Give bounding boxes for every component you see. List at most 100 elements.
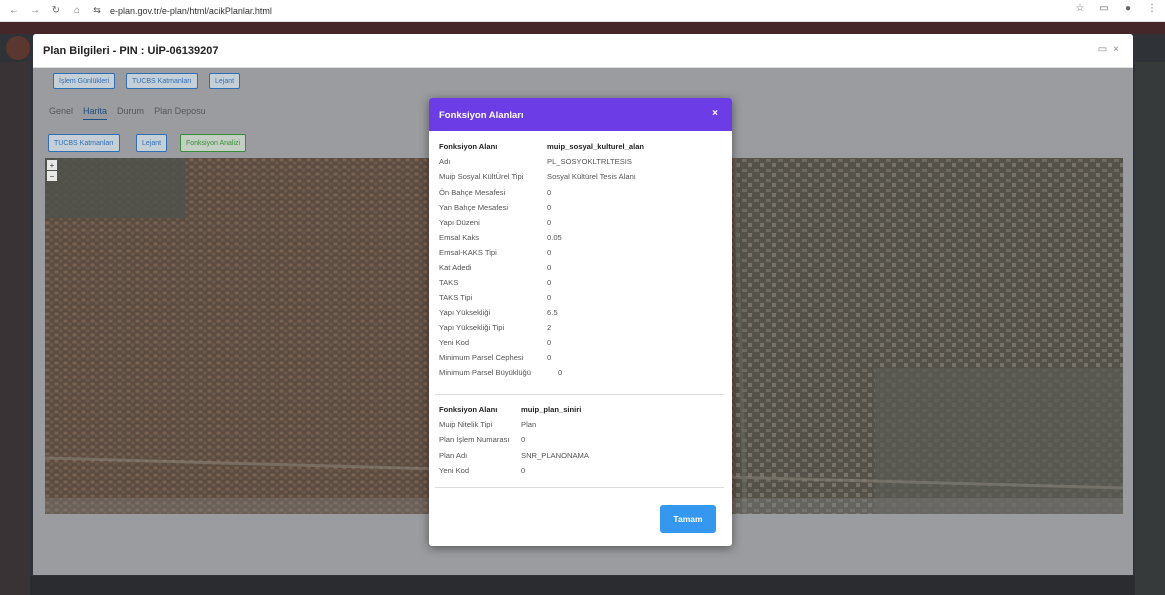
reload-icon[interactable]: ↻ xyxy=(49,4,63,18)
bg-left-sidebar xyxy=(0,62,30,595)
arrow-right-icon[interactable]: → xyxy=(28,4,42,18)
attr-value: PL_SOSYOKLTRLTESIS xyxy=(547,157,632,166)
attr-value: 0 xyxy=(547,293,552,302)
tab-genel[interactable]: Genel xyxy=(49,106,73,120)
attr-row: Yeni Kod 0 xyxy=(439,338,551,352)
attr-row: TAKS 0 xyxy=(439,278,551,292)
attr-row: Yapı Düzeni 0 xyxy=(439,218,551,232)
dialog-header: Fonksiyon Alanları × xyxy=(429,98,732,131)
attr-key: Muip Nitelik Tipi xyxy=(439,420,493,429)
arrow-left-icon[interactable]: ← xyxy=(7,4,21,18)
group2-header: Fonksiyon Alanı muip_plan_siniri xyxy=(439,405,581,419)
attr-value: 2 xyxy=(547,323,552,332)
tab-durum[interactable]: Durum xyxy=(117,106,144,120)
browser-actions: ☆ ▭ ● ⋮ xyxy=(1073,3,1159,14)
attr-value: 0 xyxy=(547,353,552,362)
attr-value: 0 xyxy=(547,263,552,272)
attr-row: Minimum Parsel Büyüklüğü 0 xyxy=(439,368,562,382)
attr-value: 0.05 xyxy=(547,233,562,242)
zoom-in-button[interactable]: + xyxy=(47,160,57,170)
menu-icon[interactable]: ⋮ xyxy=(1145,3,1159,14)
attr-row: Yapı Yüksekliği 6.5 xyxy=(439,308,558,322)
tab-harita[interactable]: Harita xyxy=(83,106,108,120)
attr-value: SNR_PLANONAMA xyxy=(521,451,589,460)
attr-key: Yan Bahçe Mesafesi xyxy=(439,203,509,212)
attr-key: Plan Adı xyxy=(439,451,468,460)
dialog-title: Fonksiyon Alanları xyxy=(439,110,524,121)
attr-value: 0 xyxy=(558,368,563,377)
attr-key: Plan İşlem Numarası xyxy=(439,435,510,444)
tab-plan-deposu[interactable]: Plan Deposu xyxy=(154,106,206,120)
site-info-icon[interactable]: ⇆ xyxy=(90,4,104,18)
panel-header: Plan Bilgileri - PIN : UİP-06139207 ▭ × xyxy=(33,34,1133,68)
attr-key: Yeni Kod xyxy=(439,338,470,347)
attr-key: TAKS Tipi xyxy=(439,293,473,302)
url-text[interactable]: e-plan.gov.tr/e-plan/html/acikPlanlar.ht… xyxy=(110,6,272,16)
group1-header-value: muip_sosyal_kulturel_alan xyxy=(547,142,645,151)
footer-divider xyxy=(435,487,724,488)
lejant-button[interactable]: Lejant xyxy=(136,134,168,152)
attr-value: Sosyal Kültürel Tesis Alanı xyxy=(547,172,636,181)
attr-row: Ön Bahçe Mesafesi 0 xyxy=(439,188,551,202)
tamam-button[interactable]: Tamam xyxy=(660,505,716,533)
attr-value: 6.5 xyxy=(547,308,558,317)
maximize-icon[interactable]: ▭ xyxy=(1098,44,1107,55)
attr-value: 0 xyxy=(547,278,552,287)
attr-key: Yapı Düzeni xyxy=(439,218,480,227)
attr-value: 0 xyxy=(547,248,552,257)
group2-header-key: Fonksiyon Alanı xyxy=(439,405,498,414)
panel-title: Plan Bilgileri - PIN : UİP-06139207 xyxy=(43,45,219,57)
group-divider xyxy=(435,394,724,395)
attr-row: Kat Adedi 0 xyxy=(439,263,551,277)
attr-row: Plan İşlem Numarası 0 xyxy=(439,435,525,449)
home-icon[interactable]: ⌂ xyxy=(70,4,84,18)
browser-toolbar: ← → ↻ ⌂ ⇆ e-plan.gov.tr/e-plan/html/acik… xyxy=(0,0,1165,22)
close-icon[interactable]: × xyxy=(712,108,718,119)
attr-row: Emsal Kaks 0.05 xyxy=(439,233,562,247)
bg-table-row xyxy=(30,576,1135,595)
group2-header-value: muip_plan_siniri xyxy=(521,405,582,414)
address-bar[interactable]: ⇆ e-plan.gov.tr/e-plan/html/acikPlanlar.… xyxy=(90,3,290,18)
attr-key: Emsal Kaks xyxy=(439,233,480,242)
bg-right-sidebar xyxy=(1135,62,1165,595)
attr-row: Muip Sosyal KültÜrel Tipi Sosyal Kültürel… xyxy=(439,172,636,186)
tucbs-katmanlari-top-button[interactable]: TUCBS Katmanları xyxy=(126,73,198,89)
tucbs-katmanlari-button[interactable]: TUCBS Katmanları xyxy=(48,134,120,152)
zoom-out-button[interactable]: − xyxy=(47,171,57,181)
attr-key: Yapı Yüksekliği xyxy=(439,308,491,317)
panel-tabs: Genel Harita Durum Plan Deposu xyxy=(49,106,206,120)
attr-row: Muip Nitelik Tipi Plan xyxy=(439,420,536,434)
group1-header: Fonksiyon Alanı muip_sosyal_kulturel_ala… xyxy=(439,142,644,156)
islem-gunlukleri-button[interactable]: İşlem Günlükleri xyxy=(53,73,116,89)
fonksiyon-alanlari-dialog: Fonksiyon Alanları × Fonksiyon Alanı mui… xyxy=(429,98,732,546)
attr-key: Yeni Kod xyxy=(439,466,470,475)
attr-key: Adı xyxy=(439,157,451,166)
lejant-top-button[interactable]: Lejant xyxy=(209,73,241,89)
group1-header-key: Fonksiyon Alanı xyxy=(439,142,498,151)
attr-value: 0 xyxy=(547,218,552,227)
profile-icon[interactable]: ● xyxy=(1121,3,1135,14)
attr-value: 0 xyxy=(521,466,526,475)
attr-row: Yan Bahçe Mesafesi 0 xyxy=(439,203,551,217)
site-logo xyxy=(6,36,30,60)
bg-header-strip xyxy=(0,22,1165,34)
attr-row: Yeni Kod 0 xyxy=(439,466,525,480)
bookmark-star-icon[interactable]: ☆ xyxy=(1073,3,1087,14)
fonksiyon-analizi-button[interactable]: Fonksiyon Analizi xyxy=(180,134,247,152)
attr-key: Emsal-KAKS Tipi xyxy=(439,248,497,257)
attr-value: Plan xyxy=(521,420,537,429)
attr-value: 0 xyxy=(547,188,552,197)
attr-row: Minimum Parsel Cephesi 0 xyxy=(439,353,551,367)
attr-row: Adı PL_SOSYOKLTRLTESIS xyxy=(439,157,632,171)
attr-row: Emsal-KAKS Tipi 0 xyxy=(439,248,551,262)
close-icon[interactable]: × xyxy=(1113,44,1119,55)
attr-key: Kat Adedi xyxy=(439,263,472,272)
attr-key: Muip Sosyal KültÜrel Tipi xyxy=(439,172,524,181)
map-zoom-controls: + − xyxy=(47,160,57,181)
extensions-icon[interactable]: ▭ xyxy=(1097,3,1111,14)
attr-row: Yapı Yüksekliği Tipi 2 xyxy=(439,323,551,337)
attr-value: 0 xyxy=(521,435,526,444)
attr-value: 0 xyxy=(547,203,552,212)
attr-key: Minimum Parsel Cephesi xyxy=(439,353,524,362)
attr-row: TAKS Tipi 0 xyxy=(439,293,551,307)
